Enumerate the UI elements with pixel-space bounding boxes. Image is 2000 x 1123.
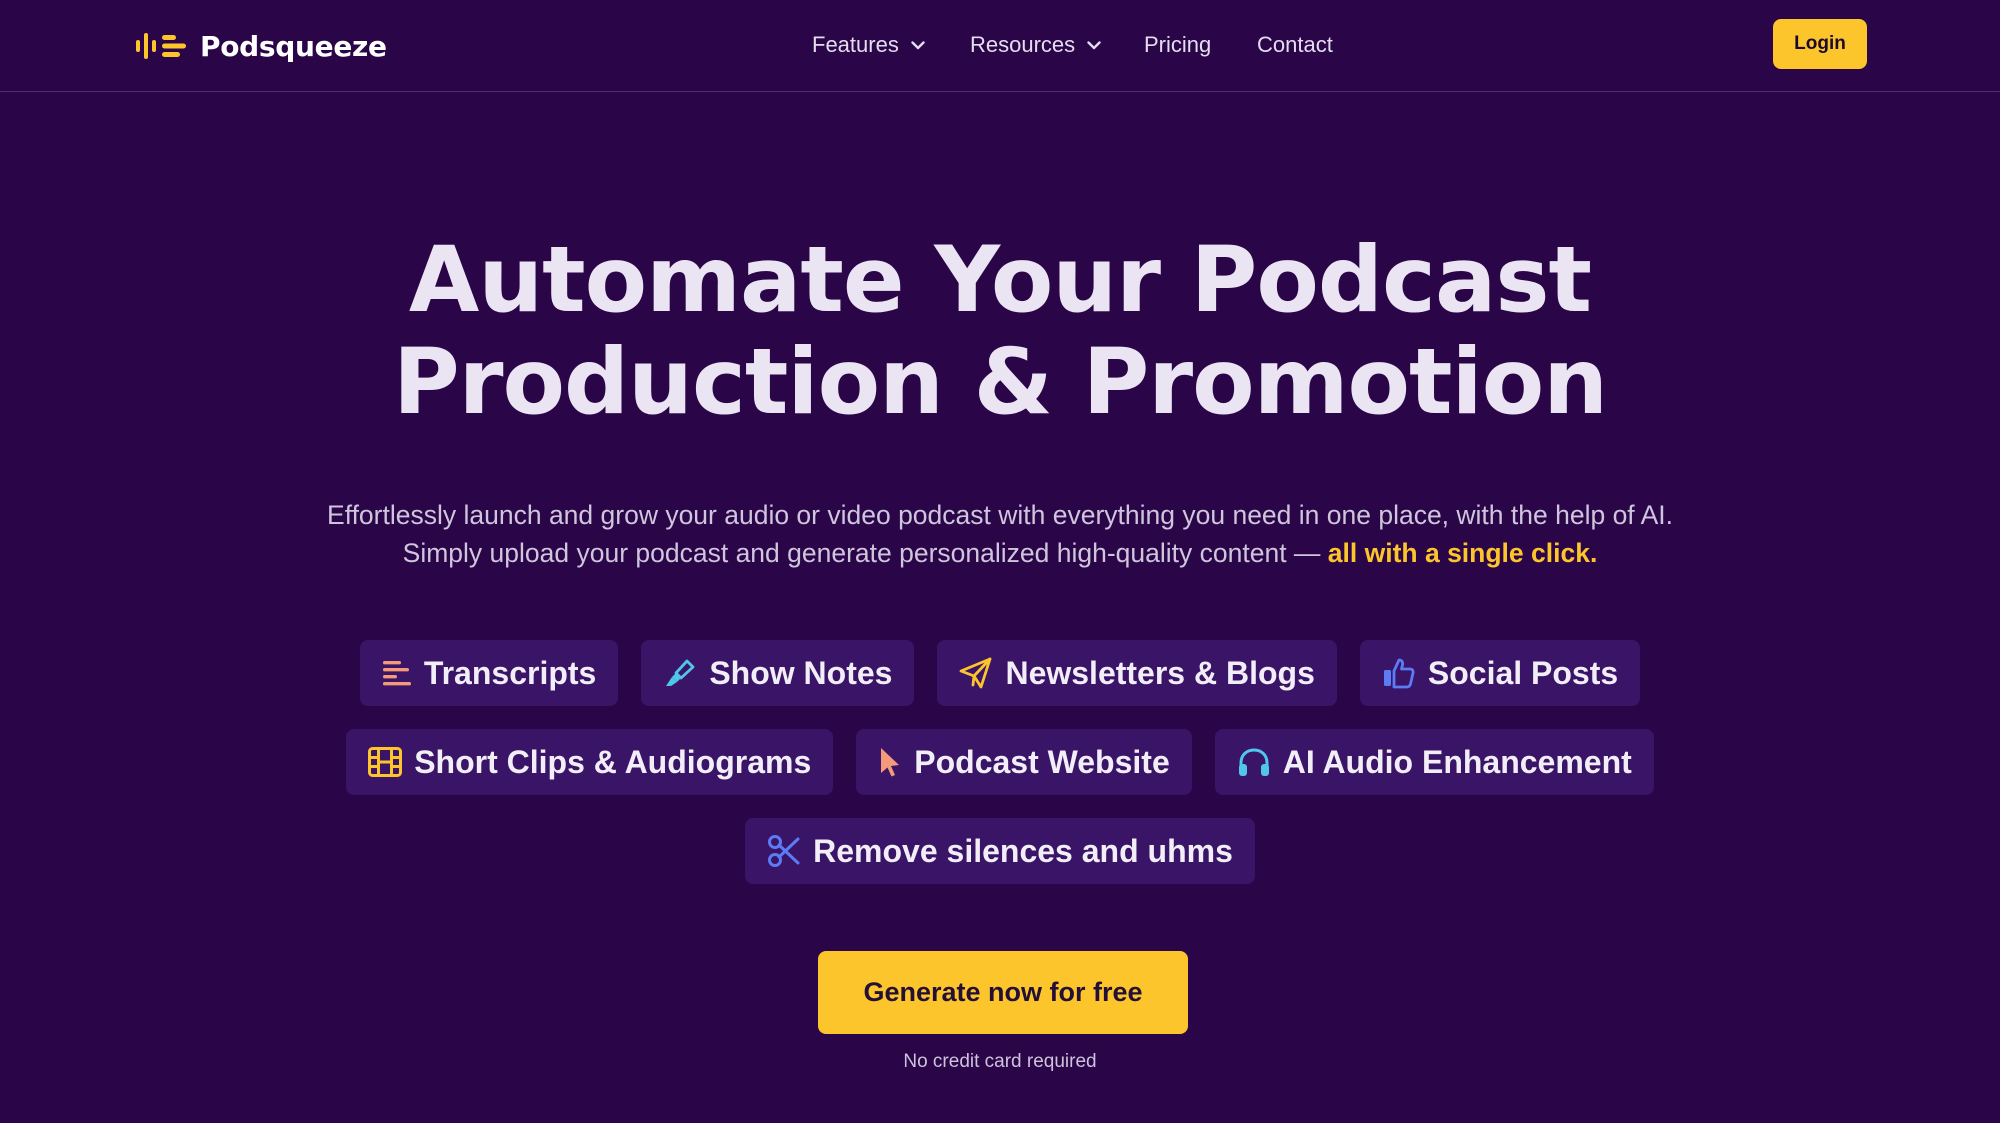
feature-label: Podcast Website	[914, 743, 1170, 780]
feature-pill-short-clips-audiograms[interactable]: Short Clips & Audiograms	[346, 729, 834, 795]
hero-title-line-1: Automate Your Podcast	[408, 228, 1592, 333]
generate-free-button[interactable]: Generate now for free	[818, 951, 1188, 1034]
thumbs-up-icon	[1383, 658, 1415, 689]
hero-subtitle-line-2: Simply upload your podcast and generate …	[0, 534, 2000, 572]
feature-pill-show-notes[interactable]: Show Notes	[641, 640, 915, 706]
sound-wave-icon	[136, 33, 186, 59]
feature-row-1: Transcripts Show Notes Newsletters & Blo…	[0, 640, 2000, 706]
feature-row-2: Short Clips & Audiograms Podcast Website…	[0, 729, 2000, 795]
chevron-down-icon	[911, 40, 925, 49]
nav-item-contact[interactable]: Contact	[1257, 30, 1333, 60]
feature-label: Show Notes	[709, 654, 893, 691]
hero-subtitle-line-1: Effortlessly launch and grow your audio …	[327, 500, 1673, 530]
hero-subtitle-text: Simply upload your podcast and generate …	[402, 538, 1328, 568]
nav-item-label: Pricing	[1144, 32, 1212, 57]
feature-row-3: Remove silences and uhms	[0, 818, 2000, 884]
nav-item-label: Contact	[1257, 32, 1333, 57]
no-credit-card-note: No credit card required	[903, 1051, 1097, 1072]
brand-name: Podsqueeze	[200, 29, 387, 63]
pointer-icon	[881, 748, 900, 777]
feature-label: Remove silences and uhms	[813, 832, 1233, 869]
feature-pill-podcast-website[interactable]: Podcast Website	[856, 729, 1192, 795]
hero-title-line-2: Production & Promotion	[392, 330, 1608, 435]
top-navigation: Podsqueeze Features Resources Pricing Co…	[0, 0, 2000, 92]
nav-item-features[interactable]: Features	[812, 30, 925, 60]
lines-icon	[382, 661, 411, 686]
feature-pill-ai-audio-enhancement[interactable]: AI Audio Enhancement	[1214, 729, 1654, 795]
scissors-icon	[768, 835, 800, 867]
hero-subtitle-highlight: all with a single click.	[1327, 538, 1598, 568]
feature-label: Transcripts	[423, 654, 597, 691]
nav-item-pricing[interactable]: Pricing	[1144, 30, 1211, 60]
podsqueeze-logo[interactable]: Podsqueeze	[136, 28, 387, 64]
nav-item-resources[interactable]: Resources	[970, 30, 1101, 60]
login-button[interactable]: Login	[1773, 19, 1867, 69]
feature-pill-remove-silences[interactable]: Remove silences and uhms	[745, 818, 1255, 884]
feature-label: Social Posts	[1427, 654, 1619, 691]
feature-label: Short Clips & Audiograms	[414, 743, 812, 780]
feature-pill-transcripts[interactable]: Transcripts	[359, 640, 619, 706]
headphones-icon	[1238, 748, 1269, 776]
feature-pill-newsletters-blogs[interactable]: Newsletters & Blogs	[937, 640, 1337, 706]
feature-pill-social-posts[interactable]: Social Posts	[1359, 640, 1641, 706]
feature-label: Newsletters & Blogs	[1005, 654, 1315, 691]
hero-subtitle: Effortlessly launch and grow your audio …	[0, 496, 2000, 572]
film-icon	[368, 747, 403, 777]
nav-item-label: Features	[812, 32, 899, 57]
highlighter-icon	[666, 659, 695, 686]
feature-label: AI Audio Enhancement	[1282, 743, 1632, 780]
chevron-down-icon	[1087, 40, 1101, 49]
paper-plane-icon	[960, 657, 992, 689]
hero-title: Automate Your Podcast Production & Promo…	[0, 230, 2000, 434]
nav-item-label: Resources	[970, 32, 1076, 57]
